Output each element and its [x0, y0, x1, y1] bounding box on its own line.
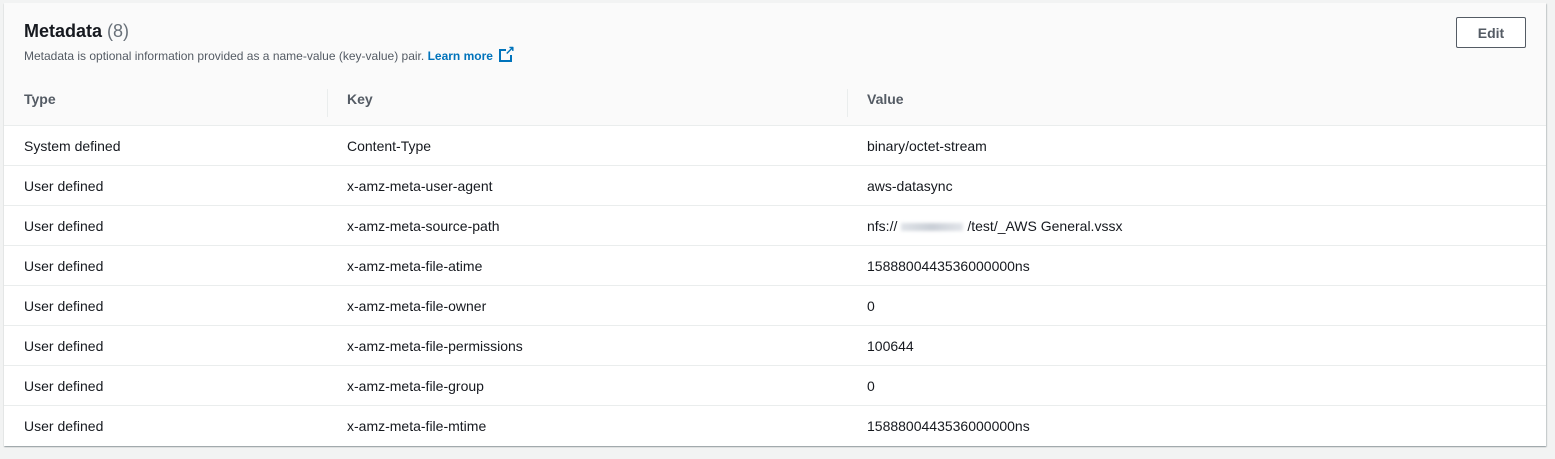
item-count: (8) — [107, 21, 130, 41]
cell-key: x-amz-meta-file-mtime — [347, 418, 487, 434]
column-header-type[interactable]: Type — [24, 91, 56, 107]
learn-more-link[interactable]: Learn more — [427, 43, 515, 63]
table-row: User defined x-amz-meta-user-agent aws-dat… — [4, 166, 1546, 206]
table-row: User defined x-amz-meta-file-owner 0 — [4, 286, 1546, 326]
column-divider[interactable] — [327, 89, 328, 117]
value-prefix: nfs:// — [867, 218, 898, 234]
column-header-value[interactable]: Value — [867, 91, 904, 107]
cell-type: System defined — [24, 138, 121, 154]
cell-value: binary/octet-stream — [867, 138, 987, 154]
edit-button[interactable]: Edit — [1456, 17, 1526, 48]
learn-more-text: Learn more — [427, 49, 493, 63]
cell-key: x-amz-meta-file-permissions — [347, 338, 523, 354]
table-row: User defined x-amz-meta-file-group 0 — [4, 366, 1546, 406]
cell-key: x-amz-meta-source-path — [347, 218, 500, 234]
cell-key: x-amz-meta-file-group — [347, 378, 484, 394]
cell-type: User defined — [24, 178, 104, 194]
cell-type: User defined — [24, 338, 104, 354]
cell-key: Content-Type — [347, 138, 432, 154]
panel-description: Metadata is optional information provide… — [24, 43, 515, 63]
cell-key: x-amz-meta-file-atime — [347, 258, 483, 274]
cell-value: aws-datasync — [867, 178, 953, 194]
value-suffix: /test/_AWS General.vssx — [967, 218, 1123, 234]
cell-key: x-amz-meta-user-agent — [347, 178, 493, 194]
cell-type: User defined — [24, 378, 104, 394]
redacted-host — [901, 223, 964, 232]
cell-value: 0 — [867, 378, 875, 394]
metadata-panel: Metadata (8) Metadata is optional inform… — [4, 3, 1546, 446]
column-divider[interactable] — [847, 89, 848, 117]
cell-key: x-amz-meta-file-owner — [347, 298, 487, 314]
cell-type: User defined — [24, 258, 104, 274]
table-row: System defined Content-Type binary/octet-s… — [4, 126, 1546, 166]
cell-type: User defined — [24, 298, 104, 314]
title-text: Metadata — [24, 21, 103, 41]
external-link-icon — [498, 43, 515, 62]
table-row: User defined x-amz-meta-source-path nfs://… — [4, 206, 1546, 246]
panel-header: Metadata (8) Metadata is optional inform… — [4, 3, 1546, 126]
cell-value: 100644 — [867, 338, 914, 354]
description-text: Metadata is optional information provide… — [24, 49, 425, 63]
cell-value: 1588800443536000000ns — [867, 418, 1030, 434]
table-row: User defined x-amz-meta-file-permissions 1… — [4, 326, 1546, 366]
column-header-key[interactable]: Key — [347, 91, 373, 107]
panel-title: Metadata (8) — [24, 21, 129, 42]
table-row: User defined x-amz-meta-file-mtime 1588800… — [4, 406, 1546, 446]
cell-type: User defined — [24, 418, 104, 434]
cell-type: User defined — [24, 218, 104, 234]
cell-value: nfs:// /test/_AWS General.vssx — [867, 218, 1122, 234]
table-row: User defined x-amz-meta-file-atime 1588800… — [4, 246, 1546, 286]
cell-value: 1588800443536000000ns — [867, 258, 1030, 274]
metadata-table-body: System defined Content-Type binary/octet-s… — [4, 126, 1546, 446]
cell-value: 0 — [867, 298, 875, 314]
